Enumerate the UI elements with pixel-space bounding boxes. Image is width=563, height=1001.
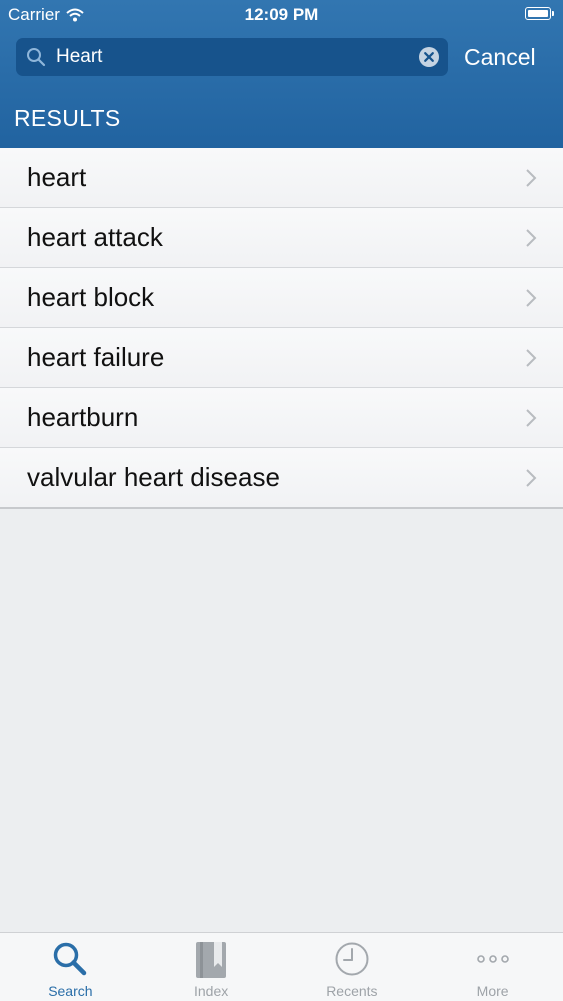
list-item[interactable]: heart — [0, 148, 563, 208]
list-item-label: heart failure — [27, 342, 165, 372]
cancel-button[interactable]: Cancel — [464, 40, 536, 74]
search-icon — [27, 48, 46, 67]
chevron-right-icon — [526, 469, 537, 487]
tab-recents[interactable]: Recents — [282, 933, 423, 1001]
tab-search[interactable]: Search — [0, 933, 141, 1001]
tab-index[interactable]: Index — [141, 933, 282, 1001]
tab-label: Recents — [326, 983, 378, 999]
tab-label: Search — [48, 983, 93, 999]
list-item[interactable]: heart block — [0, 268, 563, 328]
tab-more[interactable]: More — [422, 933, 563, 1001]
clock-icon — [335, 942, 369, 976]
chevron-right-icon — [526, 409, 537, 427]
list-item-label: valvular heart disease — [27, 462, 280, 492]
clear-search-icon[interactable] — [419, 47, 439, 67]
list-item[interactable]: valvular heart disease — [0, 448, 563, 507]
list-item-label: heartburn — [27, 402, 139, 432]
navigation-header: Carrier 12:09 PM Cancel RESULTS — [0, 0, 563, 148]
list-item-label: heart attack — [27, 222, 163, 252]
more-dots-icon — [476, 955, 509, 963]
list-item-label: heart — [27, 162, 87, 192]
book-icon — [196, 942, 227, 978]
list-item[interactable]: heart attack — [0, 208, 563, 268]
chevron-right-icon — [526, 229, 537, 247]
status-bar: Carrier 12:09 PM — [0, 0, 563, 30]
chevron-right-icon — [526, 289, 537, 307]
list-item[interactable]: heartburn — [0, 388, 563, 448]
results-section-header: RESULTS — [14, 105, 121, 131]
search-field[interactable] — [16, 38, 448, 76]
list-item-label: heart block — [27, 282, 155, 312]
chevron-right-icon — [526, 349, 537, 367]
status-time: 12:09 PM — [244, 5, 319, 24]
chevron-right-icon — [526, 169, 537, 187]
battery-icon — [525, 7, 554, 20]
tab-label: Index — [194, 983, 229, 999]
search-input[interactable] — [56, 38, 416, 76]
list-item[interactable]: heart failure — [0, 328, 563, 388]
results-list: heart heart attack heart block heart fai… — [0, 148, 563, 509]
tab-label: More — [476, 983, 509, 999]
tab-bar: Search Index Recents More — [0, 932, 563, 1001]
search-icon — [54, 942, 87, 976]
